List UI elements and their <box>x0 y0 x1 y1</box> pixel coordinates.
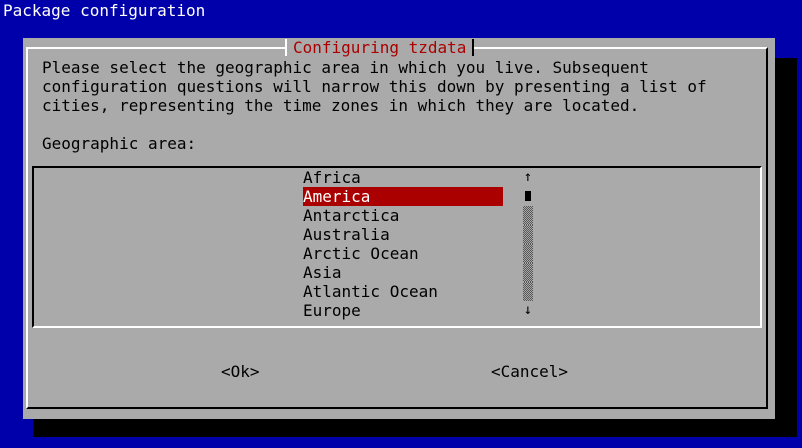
description-line-2: configuration questions will narrow this… <box>42 77 707 96</box>
list-item-arctic-ocean[interactable]: Arctic Ocean <box>303 244 503 263</box>
scrollbar-track[interactable] <box>522 206 534 225</box>
list-item-antarctica[interactable]: Antarctica <box>303 206 503 225</box>
scrollbar-track[interactable] <box>522 282 534 301</box>
scrollbar-track[interactable] <box>522 244 534 263</box>
window-title: Package configuration <box>3 1 206 20</box>
scrollbar-track[interactable] <box>522 263 534 282</box>
scroll-track-icon <box>523 263 533 282</box>
arrow-down-icon[interactable]: ↓ <box>522 301 534 320</box>
list-item-africa[interactable]: Africa <box>303 168 503 187</box>
list-item-atlantic-ocean[interactable]: Atlantic Ocean <box>303 282 503 301</box>
scrollbar-thumb[interactable] <box>522 187 534 206</box>
list-item-australia[interactable]: Australia <box>303 225 503 244</box>
scroll-track-icon <box>523 206 533 225</box>
dialog-title: Configuring tzdata <box>285 38 475 57</box>
scroll-track-icon <box>523 282 533 301</box>
geographic-area-prompt: Geographic area: <box>42 134 197 153</box>
terminal-screen: Package configuration Configuring tzdata… <box>0 0 802 448</box>
scroll-track-icon <box>523 225 533 244</box>
description-line-1: Please select the geographic area in whi… <box>42 58 649 77</box>
list-item-america[interactable]: America <box>303 187 503 206</box>
list-item-asia[interactable]: Asia <box>303 263 503 282</box>
arrow-up-icon[interactable]: ↑ <box>522 168 534 187</box>
geographic-area-listbox[interactable]: Africa America Antarctica Australia Arct… <box>32 166 762 328</box>
description-line-3: cities, representing the time zones in w… <box>42 96 640 115</box>
list-item-europe[interactable]: Europe <box>303 301 503 320</box>
scroll-thumb-icon <box>525 191 531 201</box>
dialog-description: Please select the geographic area in whi… <box>42 58 707 115</box>
tzdata-dialog: Configuring tzdata Please select the geo… <box>23 38 775 419</box>
scroll-track-icon <box>523 244 533 263</box>
ok-button[interactable]: <Ok> <box>221 362 260 381</box>
scrollbar-track[interactable] <box>522 225 534 244</box>
cancel-button[interactable]: <Cancel> <box>491 362 568 381</box>
